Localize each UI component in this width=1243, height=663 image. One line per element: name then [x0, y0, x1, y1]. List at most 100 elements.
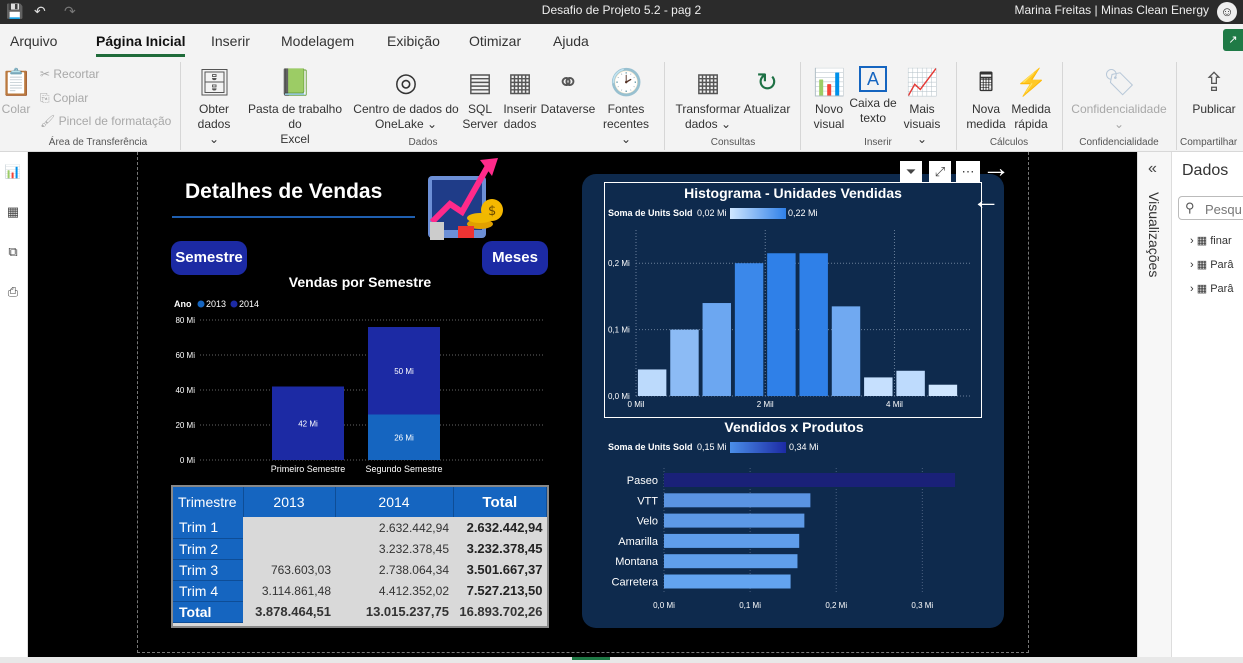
data-pane[interactable]: Dados ⚲ Pesqu › ▦ finar › ▦ Parâ › ▦ Par… [1171, 152, 1243, 663]
fontes-label-1: Fontes [607, 102, 645, 116]
medida-rapida-button[interactable]: ⚡ Medida rápida [1008, 66, 1054, 132]
copy-icon: ⎘ [40, 91, 53, 105]
group-compartilhar: Compartilhar [1180, 137, 1238, 148]
table-row[interactable]: Trim 4 3.114.861,48 4.412.352,02 7.527.2… [173, 580, 547, 602]
more-options-icon[interactable]: ⋯ [956, 161, 980, 183]
field-table-item[interactable]: › ▦ finar [1190, 234, 1232, 247]
col-header-trimestre[interactable]: Trimestre [173, 487, 244, 517]
table-view-icon[interactable]: ▦ [4, 204, 22, 220]
bar-chart-icon: 📊 [813, 67, 846, 97]
inserir-label-2: dados [503, 117, 537, 131]
vendidos-produtos-chart[interactable]: Vendidos x Produtos Soma de Units Sold 0… [604, 418, 982, 618]
table-row[interactable]: Trim 1 2.632.442,94 2.632.442,94 [173, 517, 547, 539]
dataverse-button[interactable]: ⚭ Dataverse [540, 66, 596, 117]
table-icon: ▦ [507, 67, 533, 97]
trimestre-matrix[interactable]: Trimestre 2013 2014 Total Trim 1 2.632.4… [171, 485, 549, 628]
dax-view-icon[interactable]: ⎙ [4, 284, 22, 300]
colar-button[interactable]: 📋 Colar [0, 66, 32, 117]
transformar-dados-button[interactable]: ▦ Transformar dados ⌄ [674, 66, 742, 132]
collapse-icon[interactable]: « [1148, 160, 1157, 178]
menu-bar: Arquivo Página Inicial Inserir Modelagem… [0, 24, 1243, 58]
sql-server-button[interactable]: ▤ SQL Server [462, 66, 498, 132]
refresh-icon: ↻ [756, 67, 778, 97]
separator [1176, 62, 1177, 150]
legend-max: 0,34 Mi [789, 442, 819, 452]
table-row[interactable]: Trim 3 763.603,03 2.738.064,34 3.501.667… [173, 559, 547, 581]
field-param-item[interactable]: › ▦ Parâ [1190, 258, 1233, 271]
product-bar [664, 473, 956, 487]
col-header-total[interactable]: Total [453, 487, 547, 517]
onelake-button[interactable]: ◎ Centro de dados do OneLake ⌄ [352, 66, 460, 132]
legend-title: Ano [174, 299, 192, 309]
publicar-button[interactable]: ⇪ Publicar [1186, 66, 1242, 117]
row-label: Trim 2 [173, 538, 243, 560]
tab-inserir[interactable]: Inserir [211, 33, 250, 49]
histogram-bar [637, 369, 667, 396]
legend-swatch-2013 [197, 300, 205, 308]
col-header-2013[interactable]: 2013 [243, 487, 336, 517]
row-label: Trim 3 [173, 559, 243, 581]
tab-modelagem[interactable]: Modelagem [281, 33, 354, 49]
group-clipboard: Área de Transferência [48, 137, 148, 148]
vendas-semestre-chart[interactable]: Vendas por Semestre Ano 2013 2014 80 Mi 6… [170, 270, 550, 478]
separator [800, 62, 801, 150]
cell-2013 [243, 538, 335, 559]
category-label: Carretera [612, 577, 659, 589]
parameter-icon: ▦ [1196, 283, 1208, 295]
x-tick-label: Primeiro Semestre [271, 464, 346, 474]
model-view-icon[interactable]: ⧉ [4, 244, 22, 260]
avatar[interactable]: ☺ [1217, 2, 1237, 22]
field-name: Parâ [1210, 259, 1234, 271]
focus-mode-icon[interactable]: ⤢ [929, 161, 951, 183]
field-param-item[interactable]: › ▦ Parâ [1190, 282, 1233, 295]
publicar-label: Publicar [1192, 102, 1236, 116]
histogram-bar [767, 253, 796, 396]
legend-swatch-2014 [230, 300, 238, 308]
histogram-bar [896, 370, 925, 396]
product-bar [664, 493, 811, 508]
chevron-right-icon: › [1190, 259, 1194, 271]
confidencialidade-button[interactable]: 🏷 Confidencialidade ⌄ [1068, 66, 1170, 132]
filter-icon[interactable]: ⏷ [900, 161, 922, 183]
obter-dados-button[interactable]: 🗄 Obter dados ⌄ [192, 66, 236, 147]
excel-icon: 📗 [279, 67, 312, 97]
tab-otimizar[interactable]: Otimizar [469, 33, 521, 49]
histogram-bar [864, 377, 893, 396]
x-tick-label: Segundo Semestre [365, 464, 442, 474]
visualizations-pane[interactable]: « Visualizações [1137, 152, 1171, 663]
active-page-tab[interactable] [572, 657, 610, 660]
user-name: Marina Freitas | Minas Clean Energy [1014, 3, 1209, 17]
tab-arquivo[interactable]: Arquivo [10, 33, 57, 49]
copiar-button[interactable]: ⎘ Copiar [40, 91, 88, 106]
col-header-2014[interactable]: 2014 [335, 487, 454, 517]
fontes-recentes-button[interactable]: 🕑 Fontes recentes ⌄ [598, 66, 654, 147]
search-input[interactable]: ⚲ Pesqu [1178, 196, 1243, 220]
nova-medida-button[interactable]: 🖩 Nova medida [964, 66, 1008, 132]
novo-visual-button[interactable]: 📊 Novo visual [810, 66, 848, 132]
excel-button[interactable]: 📗 Pasta de trabalho do Excel [240, 66, 350, 147]
tab-ajuda[interactable]: Ajuda [553, 33, 589, 49]
recortar-button[interactable]: ✂ Recortar [40, 67, 99, 81]
table-row[interactable]: Trim 2 3.232.378,45 3.232.378,45 [173, 538, 547, 560]
tab-exibicao[interactable]: Exibição [387, 33, 440, 49]
separator [664, 62, 665, 150]
mais-visuais-button[interactable]: 📈 Mais visuais ⌄ [898, 66, 946, 147]
caixa-texto-button[interactable]: A Caixa de texto [848, 66, 898, 126]
cell-2014: 4.412.352,02 [378, 583, 449, 598]
scissors-icon: ✂ [40, 67, 54, 81]
histogram-bar [799, 253, 828, 396]
search-placeholder: Pesqu [1205, 202, 1242, 217]
quick-measure-icon: ⚡ [1015, 67, 1048, 97]
inserir-dados-button[interactable]: ▦ Inserir dados [500, 66, 540, 132]
table-row-total[interactable]: Total 3.878.464,51 13.015.237,75 16.893.… [173, 601, 547, 623]
sensitivity-icon: 🏷 [1103, 67, 1137, 97]
product-bar [664, 533, 800, 548]
recortar-label: Recortar [53, 67, 100, 81]
pincel-button[interactable]: 🖌 Pincel de formatação [40, 114, 171, 128]
atualizar-button[interactable]: ↻ Atualizar [742, 66, 792, 117]
histograma-chart[interactable]: Histograma - Unidades Vendidas Soma de U… [604, 182, 982, 418]
tab-pagina-inicial[interactable]: Página Inicial [96, 33, 186, 57]
cell-2013 [243, 517, 335, 538]
report-view-icon[interactable]: 📊 [4, 164, 22, 180]
share-corner-button[interactable]: ↗ [1223, 29, 1243, 51]
